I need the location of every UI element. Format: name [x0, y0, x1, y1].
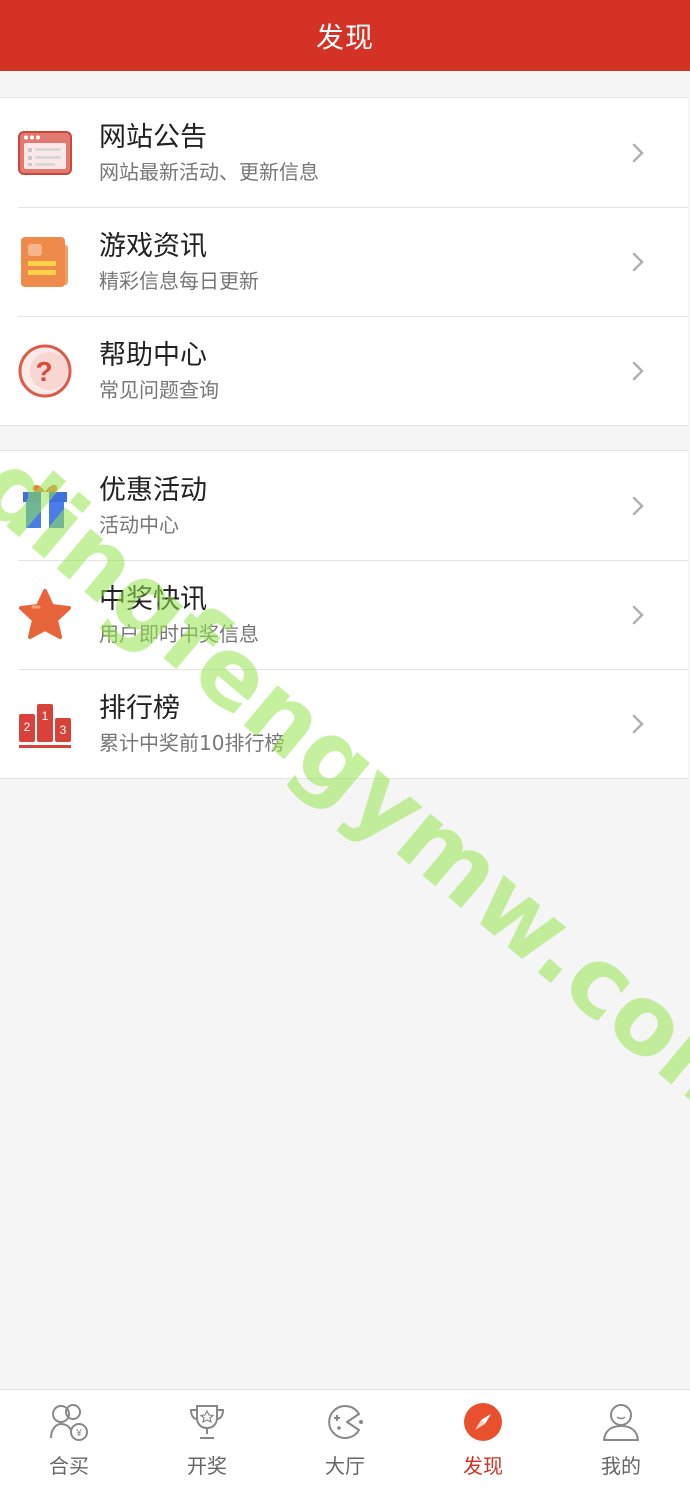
podium-icon: 2 1 3 — [17, 696, 73, 752]
chevron-right-icon — [618, 495, 658, 517]
profile-icon — [599, 1400, 643, 1444]
menu-item-title: 网站公告 — [99, 121, 207, 153]
chevron-right-icon — [618, 142, 658, 164]
tab-label: 合买 — [49, 1454, 89, 1478]
page-title: 发现 — [315, 20, 374, 54]
menu-item-title: 优惠活动 — [99, 474, 207, 506]
menu-item-subtitle: 网站最新活动、更新信息 — [99, 159, 319, 184]
podium-digit-2: 2 — [24, 720, 31, 734]
compass-icon — [461, 1400, 505, 1444]
menu-group-activity: 优惠活动 活动中心 中奖快讯 用户即时中奖信息 2 1 3 排行榜 累计中奖前1… — [0, 450, 688, 779]
svg-text:?: ? — [35, 356, 52, 387]
svg-text:¥: ¥ — [75, 1428, 82, 1439]
tab-label: 大厅 — [325, 1454, 365, 1478]
podium-digit-3: 3 — [60, 723, 67, 737]
menu-item-title: 排行榜 — [99, 692, 180, 724]
tab-label: 开奖 — [187, 1454, 227, 1478]
help-question-icon: ? — [17, 343, 73, 399]
discover-screen: 发现 网站公告 网站最新活动、更新信息 游戏资讯 精彩信息每日更新 ? 帮助中心… — [0, 0, 690, 1488]
menu-item-promotions[interactable]: 优惠活动 活动中心 — [0, 451, 688, 560]
bottom-tab-bar: ¥ 合买 开奖 大厅 发现 我的 — [0, 1389, 690, 1488]
menu-item-subtitle: 累计中奖前10排行榜 — [99, 730, 285, 755]
chevron-right-icon — [618, 713, 658, 735]
star-icon — [17, 587, 73, 643]
menu-item-title: 帮助中心 — [99, 339, 207, 371]
chevron-right-icon — [618, 360, 658, 382]
menu-item-game-news[interactable]: 游戏资讯 精彩信息每日更新 — [0, 207, 688, 316]
chevron-right-icon — [618, 251, 658, 273]
tab-game-hall[interactable]: 大厅 — [276, 1390, 414, 1488]
tab-lottery-results[interactable]: 开奖 — [138, 1390, 276, 1488]
menu-item-subtitle: 用户即时中奖信息 — [99, 621, 259, 646]
tab-profile[interactable]: 我的 — [552, 1390, 690, 1488]
menu-item-help-center[interactable]: ? 帮助中心 常见问题查询 — [0, 316, 688, 425]
menu-item-leaderboard[interactable]: 2 1 3 排行榜 累计中奖前10排行榜 — [0, 669, 688, 778]
tab-label: 我的 — [601, 1454, 641, 1478]
tab-label: 发现 — [463, 1454, 503, 1478]
game-hall-icon — [323, 1400, 367, 1444]
tab-group-buy[interactable]: ¥ 合买 — [0, 1390, 138, 1488]
menu-item-title: 中奖快讯 — [99, 583, 207, 615]
announcement-window-icon — [17, 125, 73, 181]
menu-item-announcement[interactable]: 网站公告 网站最新活动、更新信息 — [0, 98, 688, 207]
page-header: 发现 — [0, 0, 690, 71]
menu-item-subtitle: 常见问题查询 — [99, 377, 219, 402]
menu-item-subtitle: 精彩信息每日更新 — [99, 268, 259, 293]
menu-item-subtitle: 活动中心 — [99, 512, 179, 537]
trophy-icon — [185, 1400, 229, 1444]
menu-item-title: 游戏资讯 — [99, 230, 207, 262]
tab-discover[interactable]: 发现 — [414, 1390, 552, 1488]
news-notebook-icon — [17, 234, 73, 290]
menu-item-winning-news[interactable]: 中奖快讯 用户即时中奖信息 — [0, 560, 688, 669]
gift-icon — [17, 478, 73, 534]
podium-digit-1: 1 — [42, 709, 49, 723]
chevron-right-icon — [618, 604, 658, 626]
menu-group-info: 网站公告 网站最新活动、更新信息 游戏资讯 精彩信息每日更新 ? 帮助中心 常见… — [0, 97, 688, 426]
group-buy-icon: ¥ — [47, 1400, 91, 1444]
